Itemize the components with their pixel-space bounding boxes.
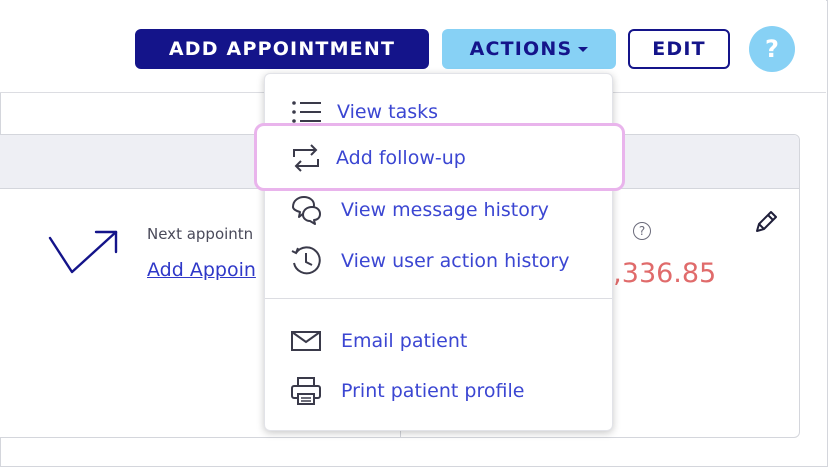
add-appointment-button[interactable]: ADD APPOINTMENT <box>135 29 429 69</box>
menu-item-print-patient-profile[interactable]: Print patient profile <box>264 369 613 413</box>
menu-item-label: View user action history <box>341 250 570 272</box>
menu-item-label: View tasks <box>337 101 439 123</box>
help-button[interactable]: ? <box>749 26 795 72</box>
question-circle-icon[interactable]: ? <box>633 222 651 240</box>
chat-bubbles-icon <box>290 194 322 226</box>
menu-item-label: Print patient profile <box>341 380 525 402</box>
edit-button[interactable]: EDIT <box>628 29 730 69</box>
caret-down-icon <box>578 46 589 52</box>
menu-item-label: View message history <box>341 199 549 221</box>
balance-amount: 3,336.85 <box>596 258 717 289</box>
menu-item-label: Email patient <box>341 330 468 352</box>
trend-arrow-icon <box>48 230 118 274</box>
pencil-edit-icon[interactable] <box>752 208 780 236</box>
menu-item-label: Add follow-up <box>336 147 466 169</box>
repeat-icon <box>290 142 322 174</box>
actions-label: ACTIONS <box>469 38 573 60</box>
actions-dropdown-button[interactable]: ACTIONS <box>442 29 616 69</box>
menu-separator <box>265 298 612 299</box>
next-appointment-label: Next appointn <box>147 225 254 243</box>
menu-item-add-follow-up[interactable]: Add follow-up <box>264 136 613 180</box>
history-clock-icon <box>290 245 322 277</box>
menu-item-view-user-action-history[interactable]: View user action history <box>264 239 613 283</box>
menu-item-view-message-history[interactable]: View message history <box>264 188 613 232</box>
envelope-icon <box>290 325 322 357</box>
menu-item-email-patient[interactable]: Email patient <box>264 319 613 363</box>
printer-icon <box>290 375 322 407</box>
add-appointment-link[interactable]: Add Appoin <box>147 259 256 281</box>
